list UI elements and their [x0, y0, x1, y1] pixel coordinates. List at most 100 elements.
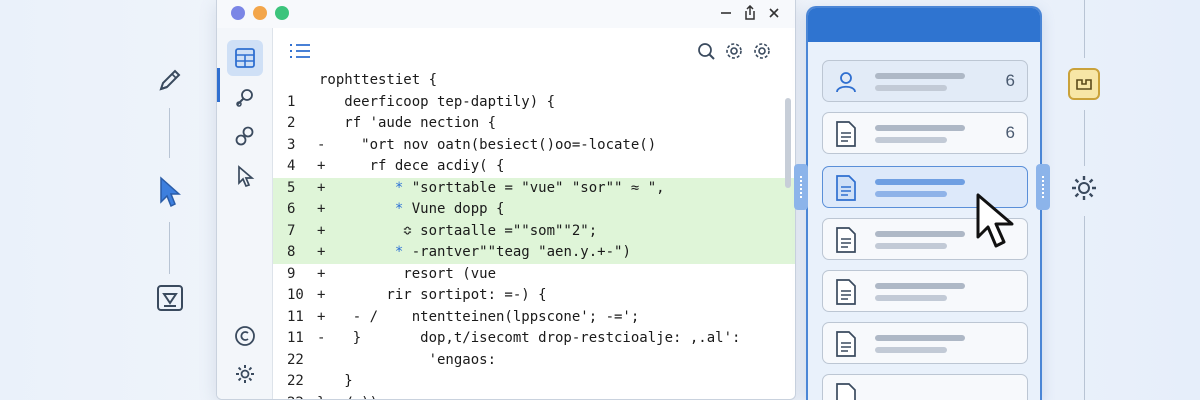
vertical-scrollbar[interactable] [785, 98, 791, 188]
document-icon [833, 278, 859, 306]
code-text: ≎ sortaalle =""som""2"; [319, 222, 598, 239]
window-minimize-dot[interactable] [253, 6, 267, 20]
code-lines[interactable]: rophttestiet { 1 deerficoop tep-daptily) … [273, 70, 795, 400]
document-icon [833, 226, 859, 254]
drag-handle-right[interactable] [1036, 164, 1050, 210]
code-text: } [319, 373, 353, 389]
placeholder-text-bar [875, 295, 947, 301]
line-number: 5 [287, 179, 296, 196]
code-text: rir sortipot: =-) { [319, 287, 547, 303]
close-icon[interactable] [765, 4, 783, 22]
line-number: 22 [287, 393, 307, 400]
active-indicator [217, 68, 220, 102]
line-number: 6 [287, 201, 296, 217]
line-number: 8 [287, 244, 296, 260]
diff-bullet: * [394, 179, 404, 196]
list-item-document[interactable] [822, 270, 1028, 312]
code-text: rf dece acdiy( { [319, 158, 505, 174]
code-line[interactable]: 2 rf 'aude nection { [273, 113, 795, 135]
line-number: 2 [287, 115, 296, 131]
item-badge: 6 [1005, 123, 1015, 142]
line-number: 11 [287, 308, 304, 325]
rail-divider [1084, 0, 1085, 58]
code-text: -/ )) [319, 393, 378, 400]
document-icon [833, 382, 859, 400]
line-number: 3 [287, 136, 296, 153]
rail-divider [1084, 110, 1085, 166]
placeholder-text-bar [875, 125, 965, 131]
line-number: 9 [287, 265, 296, 282]
minimize-icon[interactable] [717, 4, 735, 22]
placeholder-text-bar [875, 137, 947, 143]
code-text: rophttestiet { [319, 72, 438, 88]
share-icon[interactable] [741, 4, 759, 22]
list-item-user[interactable]: 6 [822, 60, 1028, 102]
code-line[interactable]: 1 deerficoop tep-daptily) { [273, 92, 795, 114]
rail-divider [169, 108, 170, 158]
placeholder-text-bar [875, 283, 965, 289]
settings-gear-icon[interactable] [227, 356, 263, 392]
placeholder-text-bar [875, 243, 947, 249]
grip-dots [800, 176, 802, 198]
code-line[interactable]: 5 + * "sorttable = "vue" "sor"" ≈ ", [273, 177, 795, 199]
diff-bullet: * [394, 201, 404, 217]
code-line[interactable]: 6 + * Vune dopp { [273, 199, 795, 221]
code-line[interactable]: 9 + resort (vue [273, 264, 795, 286]
panel-header [808, 8, 1040, 42]
line-number: 11 [287, 330, 304, 346]
code-line[interactable]: 22} -/ )) [273, 393, 795, 400]
list-item-document[interactable]: 6 [822, 112, 1028, 154]
code-text: } dop,t/isecomt drop-restcioalje: ,.al': [319, 330, 741, 346]
code-line[interactable]: 8 + * -rantver""teag "aen.y.+-") [273, 242, 795, 264]
clipboard-icon [1068, 68, 1100, 100]
code-line[interactable]: rophttestiet { [273, 70, 795, 92]
code-line[interactable]: 7 + ≎ sortaalle =""som""2"; [273, 220, 795, 242]
search-replace-icon[interactable] [695, 40, 717, 62]
title-bar [217, 0, 795, 28]
code-text: resort (vue [319, 265, 497, 282]
line-number: 7 [287, 222, 296, 239]
code-line[interactable]: 11- } dop,t/isecomt drop-restcioalje: ,.… [273, 328, 795, 350]
document-icon [833, 330, 859, 358]
placeholder-text-bar [875, 347, 947, 353]
code-line[interactable]: 22 } [273, 371, 795, 393]
line-number: 22 [287, 351, 304, 368]
code-text: * -rantver""teag "aen.y.+-") [394, 244, 631, 260]
placeholder-text-bar [875, 191, 947, 197]
code-text: "ort nov oatn(besiect()oo=-locate() [319, 136, 657, 153]
drag-handle-left[interactable] [794, 164, 808, 210]
line-number: 22 [287, 373, 304, 389]
window-maximize-dot[interactable] [275, 6, 289, 20]
document-icon [833, 174, 859, 202]
code-line[interactable]: 10 + rir sortipot: =-) { [273, 285, 795, 307]
editor-pane[interactable]: rophttestiet { 1 deerficoop tep-daptily) … [273, 28, 795, 400]
source-control-icon[interactable] [227, 118, 263, 154]
mouse-cursor-icon [974, 192, 1018, 250]
code-text: 'engaos: [319, 351, 497, 368]
list-item-document[interactable] [822, 374, 1028, 400]
gear-icon[interactable] [723, 40, 745, 62]
code-line[interactable]: 22 'engaos: [273, 350, 795, 372]
list-outline-icon[interactable] [289, 42, 311, 60]
placeholder-text-bar [875, 85, 947, 91]
code-line[interactable]: 4 + rf dece acdiy( { [273, 156, 795, 178]
code-line[interactable]: 3- "ort nov oatn(besiect()oo=-locate() [273, 135, 795, 157]
code-text: * Vune dopp { [394, 201, 505, 217]
gear-alt-icon[interactable] [751, 40, 773, 62]
pointer-icon[interactable] [227, 158, 263, 194]
sync-gear-icon [1068, 172, 1100, 204]
diff-bullet: * [394, 244, 404, 260]
line-number: 4 [287, 158, 296, 174]
download-box-icon [152, 280, 188, 316]
code-text: - / ntentteinen(lppscone'; -='; [319, 308, 640, 325]
rail-divider [169, 222, 170, 274]
code-editor-window: rophttestiet { 1 deerficoop tep-daptily) … [216, 0, 796, 400]
code-text: deerficoop tep-daptily) { [319, 93, 556, 110]
copyright-icon[interactable] [227, 318, 263, 354]
code-text: * "sorttable = "vue" "sor"" ≈ ", [394, 179, 665, 196]
list-item-document[interactable] [822, 322, 1028, 364]
explorer-icon[interactable] [227, 40, 263, 76]
search-icon[interactable] [227, 80, 263, 116]
code-line[interactable]: 11 + - / ntentteinen(lppscone'; -='; [273, 307, 795, 329]
window-close-dot[interactable] [231, 6, 245, 20]
